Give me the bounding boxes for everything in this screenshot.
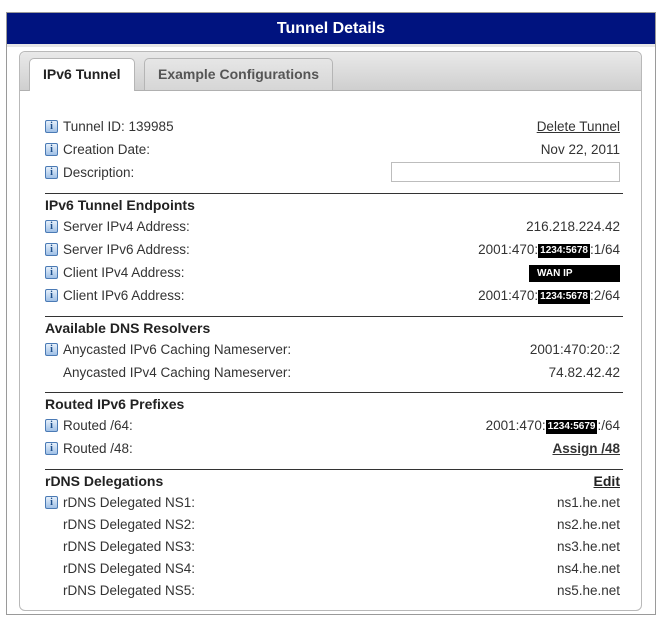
client-ipv6-prefix: 2001:470: [478, 288, 539, 303]
client-ipv6-suffix: :2/64 [589, 288, 620, 303]
client-ipv4-row: i Client IPv4 Address: WAN IP [45, 262, 620, 284]
tabs-container: IPv6 Tunnel Example Configurations i Tun… [19, 51, 642, 611]
routed-48-label: Routed /48: [63, 441, 133, 456]
info-icon[interactable]: i [45, 496, 58, 509]
info-icon[interactable]: i [45, 266, 58, 279]
routed-48-row: i Routed /48: Assign /48 [45, 438, 620, 460]
creation-date-label: Creation Date: [63, 142, 151, 157]
client-ipv6-value: 2001:470: 1234:5678:2/64 [478, 285, 620, 307]
redacted-block: 1234:5678 [538, 290, 590, 304]
server-ipv6-row: i Server IPv6 Address: 2001:470: 1234:567… [45, 239, 620, 261]
info-icon[interactable]: i [45, 343, 58, 356]
client-ipv4-label: Client IPv4 Address: [63, 265, 185, 280]
redacted-block: 1234:5679 [545, 420, 598, 434]
assign-48-link[interactable]: Assign /48 [552, 438, 620, 460]
rdns-ns1-label: rDNS Delegated NS1: [63, 495, 196, 510]
routed-64-value: 2001:470: 1234:5679:/64 [486, 415, 620, 437]
rdns-ns1-row: i rDNS Delegated NS1: ns1.he.net [45, 492, 620, 514]
info-icon[interactable]: i [45, 289, 58, 302]
rdns-ns2-label: rDNS Delegated NS2: [63, 517, 196, 532]
server-ipv4-value: 216.218.224.42 [526, 219, 620, 234]
rdns-ns4-value: ns4.he.net [556, 561, 620, 576]
delete-tunnel-link[interactable]: Delete Tunnel [537, 116, 620, 138]
routed-64-row: i Routed /64: 2001:470: 1234:5679:/64 [45, 415, 620, 437]
server-ipv4-label: Server IPv4 Address: [63, 219, 190, 234]
rdns-ns3-row: rDNS Delegated NS3: ns3.he.net [45, 536, 620, 558]
rdns-ns5-label: rDNS Delegated NS5: [63, 583, 196, 598]
prefixes-heading: Routed IPv6 Prefixes [45, 396, 185, 412]
tab-bar: IPv6 Tunnel Example Configurations [20, 52, 641, 91]
rdns-ns4-label: rDNS Delegated NS4: [63, 561, 196, 576]
info-icon[interactable]: i [45, 419, 58, 432]
routed-64-prefix: 2001:470: [485, 418, 546, 433]
creation-date-value: Nov 22, 2011 [540, 142, 620, 157]
dns-ipv4-row: Anycasted IPv4 Caching Nameserver: 74.82… [45, 362, 620, 384]
tab-ipv6-tunnel[interactable]: IPv6 Tunnel [29, 58, 135, 91]
panel-title: Tunnel Details [7, 13, 655, 47]
info-icon[interactable]: i [45, 442, 58, 455]
endpoints-heading: IPv6 Tunnel Endpoints [45, 197, 195, 213]
tab-example-configurations[interactable]: Example Configurations [144, 58, 334, 90]
server-ipv6-suffix: :1/64 [589, 242, 620, 257]
rdns-heading: rDNS Delegations Edit [45, 470, 620, 492]
rdns-ns2-row: rDNS Delegated NS2: ns2.he.net [45, 514, 620, 536]
rdns-ns4-row: rDNS Delegated NS4: ns4.he.net [45, 558, 620, 580]
edit-rdns-link[interactable]: Edit [594, 470, 620, 492]
server-ipv6-label: Server IPv6 Address: [63, 242, 190, 257]
info-icon[interactable]: i [45, 166, 58, 179]
server-ipv6-value: 2001:470: 1234:5678:1/64 [478, 239, 620, 261]
client-ipv6-label: Client IPv6 Address: [63, 288, 185, 303]
creation-date-row: i Creation Date: Nov 22, 2011 [45, 139, 620, 161]
rdns-ns5-row: rDNS Delegated NS5: ns5.he.net [45, 580, 620, 602]
rdns-ns3-value: ns3.he.net [556, 539, 620, 554]
server-ipv6-prefix: 2001:470: [478, 242, 539, 257]
rdns-ns2-value: ns2.he.net [556, 517, 620, 532]
tunnel-id-row: i Tunnel ID: 139985 Delete Tunnel [45, 116, 620, 138]
routed-64-label: Routed /64: [63, 418, 133, 433]
description-row: i Description: [45, 162, 620, 184]
server-ipv4-row: i Server IPv4 Address: 216.218.224.42 [45, 216, 620, 238]
info-icon[interactable]: i [45, 220, 58, 233]
redacted-block: 1234:5678 [538, 244, 590, 258]
client-ipv4-value: WAN IP [529, 262, 620, 284]
tunnel-id-label: Tunnel ID: 139985 [63, 119, 174, 134]
rdns-ns5-value: ns5.he.net [556, 583, 620, 598]
info-icon[interactable]: i [45, 120, 58, 133]
info-icon[interactable]: i [45, 143, 58, 156]
dns-heading: Available DNS Resolvers [45, 320, 211, 336]
client-ipv6-row: i Client IPv6 Address: 2001:470: 1234:567… [45, 285, 620, 307]
tunnel-details-panel: Tunnel Details IPv6 Tunnel Example Confi… [6, 12, 656, 615]
rdns-ns1-value: ns1.he.net [556, 495, 620, 510]
description-label: Description: [63, 165, 135, 180]
dns-ipv6-value: 2001:470:20::2 [529, 342, 620, 357]
info-icon[interactable]: i [45, 243, 58, 256]
dns-ipv6-row: i Anycasted IPv6 Caching Nameserver: 200… [45, 339, 620, 361]
dns-ipv4-value: 74.82.42.42 [548, 365, 620, 380]
description-input[interactable] [391, 162, 620, 182]
rdns-heading-label: rDNS Delegations [45, 473, 164, 489]
rdns-ns3-label: rDNS Delegated NS3: [63, 539, 196, 554]
dns-ipv6-label: Anycasted IPv6 Caching Nameserver: [63, 342, 292, 357]
routed-64-suffix: :/64 [597, 418, 620, 433]
wan-ip-block: WAN IP [529, 264, 620, 282]
dns-ipv4-label: Anycasted IPv4 Caching Nameserver: [63, 365, 292, 380]
